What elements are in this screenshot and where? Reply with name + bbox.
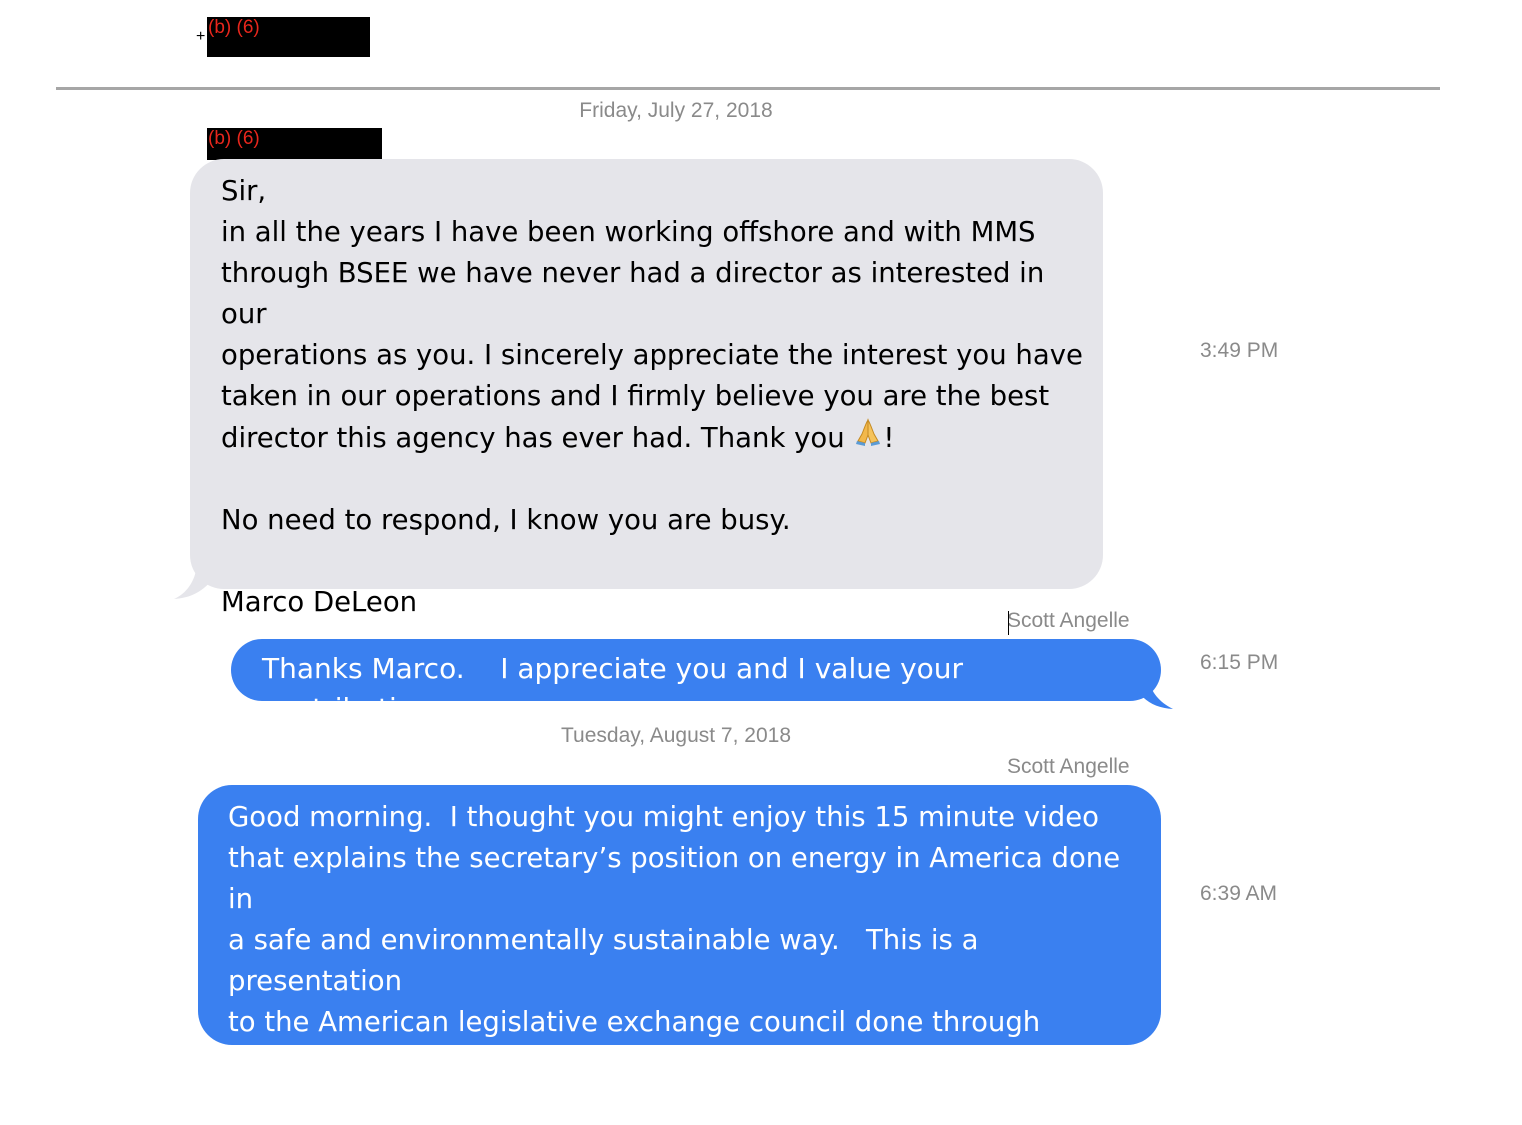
text-cursor — [1008, 611, 1009, 635]
received-bubble-tail — [174, 570, 212, 599]
sent-message-bubble[interactable]: Thanks Marco. I appreciate you and I val… — [231, 639, 1161, 725]
sent-bubble-tail — [1137, 680, 1173, 709]
praying-hands-icon — [853, 417, 883, 452]
message-text: Good morning. I thought you might enjoy … — [228, 801, 1129, 1120]
redaction-box-contact: (b) (6) — [207, 17, 370, 57]
message-timestamp: 6:39 AM — [1200, 882, 1278, 905]
header-divider — [56, 87, 1440, 90]
plus-marker: + — [196, 28, 206, 45]
sender-name: Scott Angelle — [1007, 609, 1130, 632]
date-separator: Friday, July 27, 2018 — [579, 99, 773, 122]
redaction-box-sender: (b) (6) — [207, 128, 382, 160]
date-separator: Tuesday, August 7, 2018 — [561, 724, 791, 747]
received-message-bubble[interactable]: Sir, in all the years I have been workin… — [190, 159, 1103, 618]
sent-message-bubble[interactable]: Good morning. I thought you might enjoy … — [198, 785, 1161, 1120]
message-timestamp: 6:15 PM — [1200, 651, 1279, 674]
message-text: Thanks Marco. I appreciate you and I val… — [262, 652, 972, 725]
message-text: Sir, in all the years I have been workin… — [221, 175, 1083, 618]
message-timestamp: 3:49 PM — [1200, 339, 1279, 362]
sender-name: Scott Angelle — [1007, 755, 1130, 778]
